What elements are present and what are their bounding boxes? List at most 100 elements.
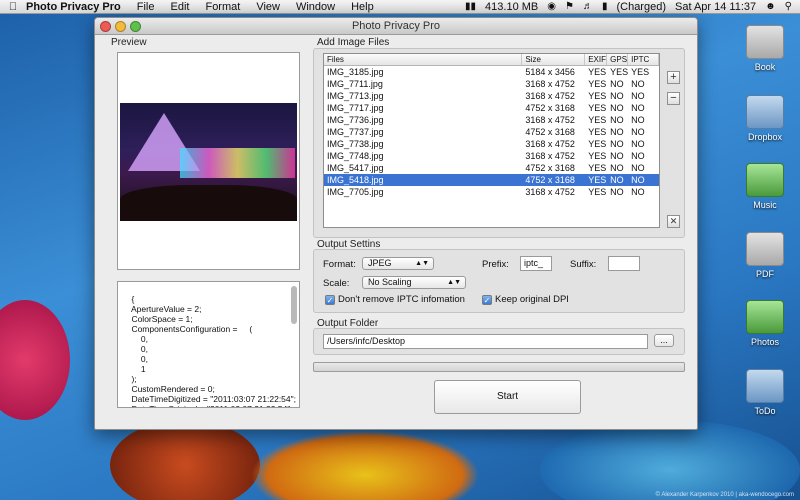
keep-iptc-label: Don't remove IPTC infomation xyxy=(338,294,465,305)
desktop-icon-book[interactable]: Book xyxy=(740,25,790,72)
memory-monitor-icon[interactable]: ▮▮ xyxy=(465,1,476,12)
column-files[interactable]: Files xyxy=(324,54,523,65)
menu-format[interactable]: Format xyxy=(205,1,240,13)
column-size[interactable]: Size xyxy=(522,54,586,65)
table-cell: NO xyxy=(610,187,624,197)
table-cell: NO xyxy=(631,103,645,113)
table-cell: IMG_7738.jpg xyxy=(327,139,384,149)
menu-window[interactable]: Window xyxy=(296,1,335,13)
output-folder-group: /Users/infc/Desktop ... xyxy=(313,328,685,355)
column-gps[interactable]: GPS xyxy=(607,54,629,65)
table-cell: YES xyxy=(588,103,607,113)
table-cell: 3168 x 4752 xyxy=(525,151,575,161)
user-icon[interactable]: ☻ xyxy=(765,1,776,12)
desktop-icon-todo[interactable]: ToDo xyxy=(740,369,790,416)
table-header: Files Size EXIF GPS IPTC xyxy=(324,54,659,66)
browse-folder-button[interactable]: ... xyxy=(654,334,674,347)
output-settings-group: Format: JPEG ▲▼ Prefix: iptc_ Suffix: Sc… xyxy=(313,249,685,313)
keep-dpi-checkbox[interactable]: ✓ Keep original DPI xyxy=(482,294,569,305)
volume-icon[interactable]: ♬ xyxy=(583,1,593,12)
table-row[interactable]: IMG_7738.jpg 3168 x 4752 YES NO NO xyxy=(324,138,659,150)
table-cell: IMG_7717.jpg xyxy=(327,103,384,113)
image-preview xyxy=(117,52,300,270)
table-cell: NO xyxy=(631,163,645,173)
table-row[interactable]: IMG_7737.jpg 4752 x 3168 YES NO NO xyxy=(324,126,659,138)
table-row[interactable]: IMG_5417.jpg 4752 x 3168 YES NO NO xyxy=(324,162,659,174)
clock[interactable]: Sat Apr 14 11:37 xyxy=(675,1,756,13)
table-cell: NO xyxy=(631,151,645,161)
prefix-input[interactable]: iptc_ xyxy=(520,256,552,271)
desktop-icon-label: Dropbox xyxy=(747,132,783,142)
table-row[interactable]: IMG_7748.jpg 3168 x 4752 YES NO NO xyxy=(324,150,659,162)
menu-edit[interactable]: Edit xyxy=(171,1,190,13)
title-bar[interactable]: Photo Privacy Pro xyxy=(95,18,697,35)
camera-folder-icon xyxy=(746,300,784,334)
battery-status[interactable]: (Charged) xyxy=(616,1,666,13)
memory-usage[interactable]: 413.10 MB xyxy=(485,1,538,13)
menu-app-name[interactable]: Photo Privacy Pro xyxy=(26,1,121,13)
column-iptc[interactable]: IPTC xyxy=(628,54,659,65)
add-file-button[interactable]: + xyxy=(667,71,680,84)
exif-metadata-view[interactable]: { ApertureValue = 2; ColorSpace = 1; Com… xyxy=(117,281,300,408)
table-cell: NO xyxy=(610,91,624,101)
desktop-icon-photos[interactable]: Photos xyxy=(740,300,790,347)
checkmark-icon: ✓ xyxy=(482,294,492,305)
table-cell: NO xyxy=(631,91,645,101)
checkmark-folder-icon xyxy=(746,369,784,403)
table-cell: YES xyxy=(631,67,650,77)
menu-view[interactable]: View xyxy=(256,1,280,13)
menu-bar:  Photo Privacy Pro File Edit Format Vie… xyxy=(0,0,800,14)
prefix-label: Prefix: xyxy=(482,259,509,270)
desktop-icon-pdf[interactable]: PDF xyxy=(740,232,790,279)
scale-select[interactable]: No Scaling ▲▼ xyxy=(362,276,466,289)
checkmark-icon: ✓ xyxy=(325,294,335,305)
table-row[interactable]: IMG_3185.jpg 5184 x 3456 YES YES YES xyxy=(324,66,659,78)
music-folder-icon xyxy=(746,163,784,197)
exif-scrollbar[interactable] xyxy=(291,286,297,324)
table-cell: NO xyxy=(631,187,645,197)
table-cell: YES xyxy=(588,115,607,125)
table-row[interactable]: IMG_7711.jpg 3168 x 4752 YES NO NO xyxy=(324,78,659,90)
spotlight-icon[interactable]: ⚲ xyxy=(785,1,792,12)
table-cell: YES xyxy=(588,163,607,173)
apple-menu-icon[interactable]:  xyxy=(0,1,26,13)
files-group: Files Size EXIF GPS IPTC IMG_3185.jpg 518… xyxy=(313,48,685,238)
progress-bar xyxy=(313,362,685,372)
format-label: Format: xyxy=(323,259,356,270)
keep-iptc-checkbox[interactable]: ✓ Don't remove IPTC infomation xyxy=(325,294,465,305)
table-cell: 4752 x 3168 xyxy=(525,163,575,173)
wifi-icon[interactable]: ◉ xyxy=(547,1,556,12)
table-row[interactable]: IMG_7713.jpg 3168 x 4752 YES NO NO xyxy=(324,90,659,102)
table-row[interactable]: IMG_7705.jpg 3168 x 4752 YES NO NO xyxy=(324,186,659,198)
zoom-window-button[interactable] xyxy=(130,21,141,32)
table-row[interactable]: IMG_7717.jpg 4752 x 3168 YES NO NO xyxy=(324,102,659,114)
menu-file[interactable]: File xyxy=(137,1,155,13)
clear-files-button[interactable]: ✕ xyxy=(667,215,680,228)
column-exif[interactable]: EXIF xyxy=(585,54,608,65)
format-value: JPEG xyxy=(368,258,392,268)
table-cell: NO xyxy=(610,79,624,89)
table-cell: YES xyxy=(588,175,607,185)
window-title: Photo Privacy Pro xyxy=(351,20,441,32)
files-table[interactable]: Files Size EXIF GPS IPTC IMG_3185.jpg 518… xyxy=(323,53,660,228)
table-cell: NO xyxy=(631,79,645,89)
folder-path-input[interactable]: /Users/infc/Desktop xyxy=(323,334,648,349)
table-row[interactable]: IMG_5418.jpg 4752 x 3168 YES NO NO xyxy=(324,174,659,186)
table-cell: YES xyxy=(588,79,607,89)
minimize-window-button[interactable] xyxy=(115,21,126,32)
table-cell: 3168 x 4752 xyxy=(525,139,575,149)
desktop-icon-music[interactable]: Music xyxy=(740,163,790,210)
suffix-input[interactable] xyxy=(608,256,640,271)
start-button[interactable]: Start xyxy=(434,380,581,414)
format-select[interactable]: JPEG ▲▼ xyxy=(362,257,434,270)
remove-file-button[interactable]: − xyxy=(667,92,680,105)
close-window-button[interactable] xyxy=(100,21,111,32)
table-cell: 5184 x 3456 xyxy=(525,67,575,77)
flag-icon[interactable]: ⚑ xyxy=(565,1,574,12)
menu-help[interactable]: Help xyxy=(351,1,374,13)
table-cell: 4752 x 3168 xyxy=(525,127,575,137)
table-row[interactable]: IMG_7736.jpg 3168 x 4752 YES NO NO xyxy=(324,114,659,126)
folder-icon xyxy=(746,232,784,266)
desktop-icon-dropbox[interactable]: Dropbox xyxy=(740,95,790,142)
battery-icon[interactable]: ▮ xyxy=(602,1,608,12)
